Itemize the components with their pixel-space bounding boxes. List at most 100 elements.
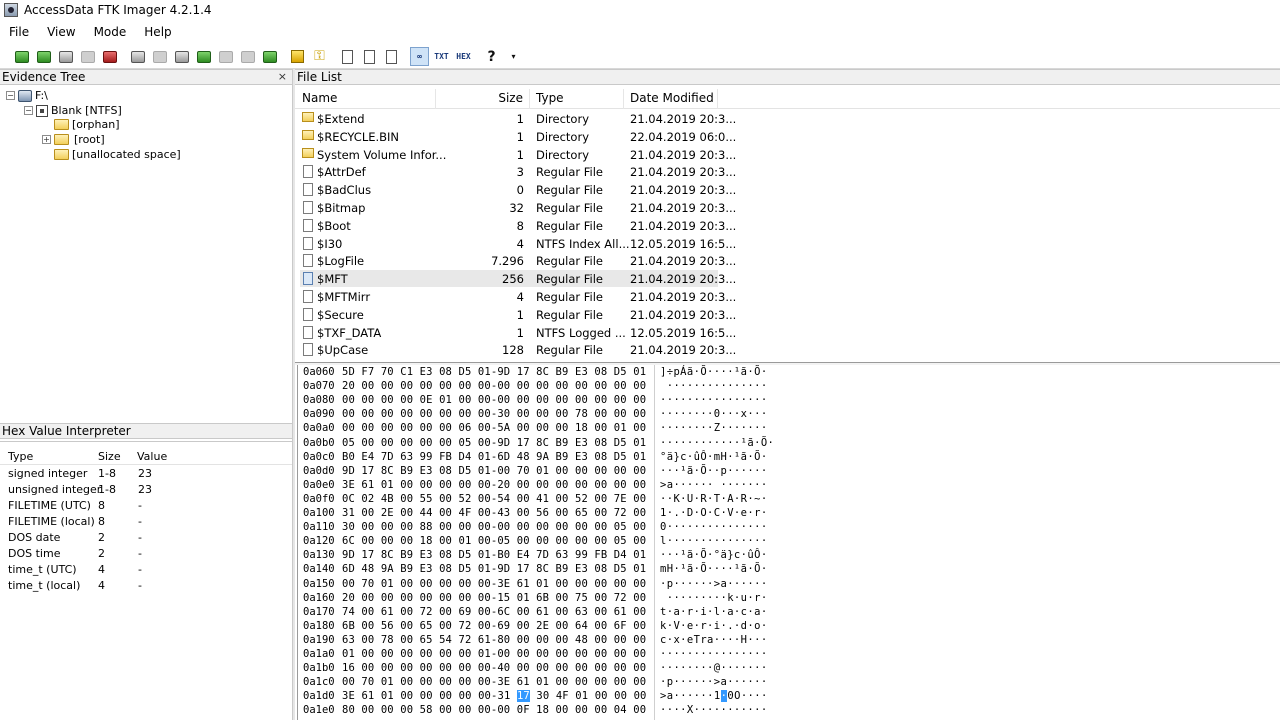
table-row[interactable]: $AttrDef 3 Regular File 21.04.2019 20:3... (300, 163, 736, 180)
tree-node-drive[interactable]: − F:\ (6, 88, 48, 103)
table-row[interactable]: DOS date 2 - (0, 530, 292, 546)
hex-byte[interactable]: 61 (361, 690, 374, 702)
hex-ascii[interactable]: ···¹ã·Õ·°ä}c·ûÔ· (660, 549, 768, 561)
table-row[interactable]: System Volume Infor... 1 Directory 21.04.20… (300, 146, 736, 163)
hex-byte[interactable]: 00 (614, 690, 627, 702)
hex-bytes[interactable]: 9D 17 8C B9 E3 08 D5 01-B0 E4 7D 63 99 F… (342, 549, 646, 561)
export-disk-image-icon[interactable] (150, 47, 169, 66)
hex-ascii[interactable]: >a······1·0O···· (660, 690, 768, 703)
hex-ascii[interactable]: ·p······>a······ (660, 676, 768, 688)
column-name[interactable]: Name (296, 89, 436, 109)
hex-bytes[interactable]: 00 00 00 00 00 00 00 00-30 00 00 00 78 0… (342, 408, 646, 420)
image-mounting-icon[interactable] (56, 47, 75, 66)
hex-byte[interactable]: 00 (439, 690, 452, 702)
create-custom-image-icon[interactable] (216, 47, 235, 66)
hex-bytes[interactable]: 00 00 00 00 00 00 06 00-5A 00 00 00 18 0… (342, 422, 646, 434)
menu-file[interactable]: File (0, 25, 37, 39)
table-row[interactable]: $MFT 256 Regular File 21.04.2019 20:3... (300, 270, 736, 288)
hex-ascii[interactable]: >a······ ······· (660, 479, 768, 491)
hex-byte[interactable]: 00 (420, 690, 433, 702)
export-directory-listing-icon[interactable] (382, 47, 401, 66)
hex-ascii[interactable]: k·V·e·r·i·.·d·o· (660, 620, 768, 632)
ascii-char[interactable]: O (734, 690, 741, 702)
menu-help[interactable]: Help (134, 25, 179, 39)
add-all-evidence-icon[interactable] (34, 47, 53, 66)
hex-bytes[interactable]: 0C 02 4B 00 55 00 52 00-54 00 41 00 52 0… (342, 493, 646, 505)
table-row[interactable]: FILETIME (local) 8 - (0, 514, 292, 530)
hex-bytes[interactable]: 6B 00 56 00 65 00 72 00-69 00 2E 00 64 0… (342, 620, 646, 632)
column-type[interactable]: Type (8, 450, 33, 463)
export-file-hash-list-icon[interactable] (360, 47, 379, 66)
hex-bytes[interactable]: 20 00 00 00 00 00 00 00-00 00 00 00 00 0… (342, 380, 646, 392)
table-row[interactable]: unsigned integer 1-8 23 (0, 482, 292, 498)
hex-ascii[interactable]: t·a·r·i·l·a·c·a· (660, 606, 768, 618)
hex-bytes[interactable]: 20 00 00 00 00 00 00 00-15 01 6B 00 75 0… (342, 592, 646, 604)
ascii-char[interactable]: · (680, 690, 687, 702)
hex-ascii[interactable]: mH·¹ã·Õ····¹ã·Õ· (660, 563, 768, 575)
hex-bytes[interactable]: 01 00 00 00 00 00 00 01-00 00 00 00 00 0… (342, 648, 646, 660)
hex-ascii[interactable]: ····X··········· (660, 704, 768, 716)
hex-bytes[interactable]: 16 00 00 00 00 00 00 00-40 00 00 00 00 0… (342, 662, 646, 674)
hex-bytes[interactable]: 74 00 61 00 72 00 69 00-6C 00 61 00 63 0… (342, 606, 646, 618)
tree-node-orphan[interactable]: [orphan] (54, 117, 120, 132)
collapse-icon[interactable]: − (24, 106, 33, 115)
table-row[interactable]: time_t (UTC) 4 - (0, 562, 292, 578)
hex-byte[interactable]: 31 (498, 690, 511, 702)
column-type[interactable]: Type (530, 89, 624, 109)
add-evidence-icon[interactable] (12, 47, 31, 66)
hex-bytes[interactable]: 63 00 78 00 65 54 72 61-80 00 00 00 48 0… (342, 634, 646, 646)
column-date-modified[interactable]: Date Modified (624, 89, 718, 109)
table-row[interactable]: $Bitmap 32 Regular File 21.04.2019 20:3... (300, 199, 736, 216)
hex-byte[interactable]: 00 (400, 690, 413, 702)
hex-byte[interactable]: 00 (634, 690, 647, 702)
hex-ascii[interactable]: ········Z······· (660, 422, 768, 434)
hex-ascii[interactable]: ]÷pÁã·Õ····¹ã·Õ· (660, 366, 768, 378)
ascii-char[interactable]: · (707, 690, 714, 702)
hex-bytes[interactable]: 3E 61 01 00 00 00 00 00-31 17 30 4F 01 0… (342, 690, 647, 703)
hex-bytes[interactable]: 00 70 01 00 00 00 00 00-3E 61 01 00 00 0… (342, 676, 646, 688)
hex-ascii[interactable]: l··············· (660, 535, 768, 547)
hex-ascii[interactable]: ··············· (660, 380, 768, 392)
obtain-protected-files-icon[interactable]: ⚿ (310, 47, 329, 66)
view-text-icon[interactable]: TXT (432, 47, 451, 66)
hex-ascii[interactable]: ············¹ã·Õ· (660, 437, 774, 449)
hex-byte[interactable]: 00 (478, 690, 491, 702)
ascii-char[interactable]: · (741, 690, 748, 702)
hex-ascii[interactable]: 0··············· (660, 521, 768, 533)
hex-byte[interactable]: 00 (459, 690, 472, 702)
table-row[interactable]: $Extend 1 Directory 21.04.2019 20:3... (300, 110, 736, 127)
table-row[interactable]: signed integer 1-8 23 (0, 466, 292, 482)
ascii-char[interactable]: · (754, 690, 761, 702)
hex-ascii[interactable]: ········@······· (660, 662, 768, 674)
hex-ascii[interactable]: 1·.·D·O·C·V·e·r· (660, 507, 768, 519)
verify-drive-icon[interactable] (260, 47, 279, 66)
ascii-char[interactable]: > (660, 690, 667, 702)
hex-bytes[interactable]: 3E 61 01 00 00 00 00 00-20 00 00 00 00 0… (342, 479, 646, 491)
hex-ascii[interactable]: ········0···x··· (660, 408, 768, 420)
table-row[interactable]: $Secure 1 Regular File 21.04.2019 20:3... (300, 306, 736, 323)
collapse-icon[interactable]: − (6, 91, 15, 100)
ascii-char[interactable]: 1 (714, 690, 721, 702)
export-files-icon[interactable] (338, 47, 357, 66)
hex-ascii[interactable]: ················ (660, 394, 768, 406)
ascii-char[interactable]: · (687, 690, 694, 702)
tree-node-root[interactable]: + [root] (42, 132, 107, 147)
table-row[interactable]: $Boot 8 Regular File 21.04.2019 20:3... (300, 217, 736, 234)
hex-ascii[interactable]: ···¹ã·Õ··p······ (660, 465, 768, 477)
view-auto-icon[interactable]: ∞ (410, 47, 429, 66)
hex-ascii[interactable]: c·x·eTra····H··· (660, 634, 768, 646)
tree-node-partition[interactable]: − Blank [NTFS] (24, 103, 122, 118)
ascii-char[interactable]: · (761, 690, 768, 702)
hex-byte[interactable]: 00 (595, 690, 608, 702)
hex-bytes[interactable]: 31 00 2E 00 44 00 4F 00-43 00 56 00 65 0… (342, 507, 646, 519)
table-row[interactable]: time_t (local) 4 - (0, 578, 292, 594)
export-logical-image-icon[interactable] (172, 47, 191, 66)
hex-byte[interactable]: 30 (536, 690, 549, 702)
hex-byte[interactable]: 01 (381, 690, 394, 702)
hex-bytes[interactable]: 30 00 00 00 88 00 00 00-00 00 00 00 00 0… (342, 521, 646, 533)
table-row[interactable]: FILETIME (UTC) 8 - (0, 498, 292, 514)
table-row[interactable]: $RECYCLE.BIN 1 Directory 22.04.2019 06:0... (300, 128, 736, 145)
hex-bytes[interactable]: 00 70 01 00 00 00 00 00-3E 61 01 00 00 0… (342, 578, 646, 590)
capture-memory-icon[interactable] (288, 47, 307, 66)
hex-bytes[interactable]: 6C 00 00 00 18 00 01 00-05 00 00 00 00 0… (342, 535, 646, 547)
